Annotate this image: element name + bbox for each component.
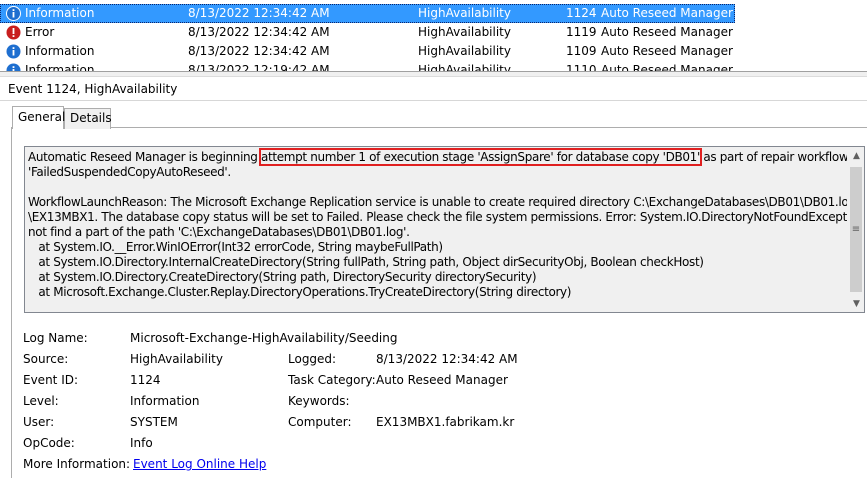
user-label: User: <box>23 415 55 429</box>
event-level: Error <box>25 25 55 39</box>
scroll-down-icon[interactable]: ▼ <box>848 295 864 312</box>
event-id: 1119 <box>566 25 597 39</box>
event-list: Information 8/13/2022 12:34:42 AM HighAv… <box>0 0 867 72</box>
source-value: HighAvailability <box>130 352 223 366</box>
event-description-box[interactable]: Automatic Reseed Manager is beginning at… <box>24 146 865 313</box>
event-id-label: Event ID: <box>23 373 79 387</box>
event-description-text: Automatic Reseed Manager is beginning at… <box>28 148 864 300</box>
desc-line: WorkflowLaunchReason: The Microsoft Exch… <box>28 195 865 209</box>
level-value: Information <box>130 394 200 408</box>
desc-line1-before: Automatic Reseed Manager is beginning <box>28 150 262 164</box>
event-date: 8/13/2022 12:34:42 AM <box>188 6 330 20</box>
keywords-label: Keywords: <box>288 394 350 408</box>
event-date: 8/13/2022 12:34:42 AM <box>188 25 330 39</box>
desc-line: at System.IO.__Error.WinIOError(Int32 er… <box>28 240 443 254</box>
opcode-value: Info <box>130 436 153 450</box>
tab-general[interactable]: General <box>12 106 65 129</box>
more-info-label: More Information: <box>23 457 131 471</box>
scroll-up-icon[interactable]: ▲ <box>848 147 864 164</box>
desc-line1-after: as part of repair workflow <box>699 150 849 164</box>
event-level: Information <box>25 44 95 58</box>
error-icon <box>6 25 21 40</box>
event-log-online-help-link[interactable]: Event Log Online Help <box>133 457 266 472</box>
logged-label: Logged: <box>288 352 337 366</box>
event-id: 1124 <box>566 6 597 20</box>
logged-value: 8/13/2022 12:34:42 AM <box>376 352 518 366</box>
event-detail-title: Event 1124, HighAvailability <box>8 82 178 96</box>
event-source: HighAvailability <box>418 44 511 58</box>
event-date: 8/13/2022 12:34:42 AM <box>188 44 330 58</box>
source-label: Source: <box>23 352 69 366</box>
desc-line: at System.IO.Directory.CreateDirectory(S… <box>28 270 537 284</box>
task-category-value: Auto Reseed Manager <box>376 373 508 387</box>
event-source: HighAvailability <box>418 25 511 39</box>
tab-details[interactable]: Details <box>64 108 112 129</box>
event-row[interactable]: Information 8/13/2022 12:34:42 AM HighAv… <box>0 42 867 61</box>
info-icon <box>6 44 21 59</box>
desc-line: not find a part of the path 'C:\Exchange… <box>28 225 410 239</box>
event-detail-header: Event 1124, HighAvailability <box>0 77 867 101</box>
scroll-thumb[interactable]: ≡ <box>850 167 862 292</box>
event-level: Information <box>25 6 95 20</box>
log-name-label: Log Name: <box>23 331 88 345</box>
level-label: Level: <box>23 394 59 408</box>
desc-line: \EX13MBX1. The database copy status will… <box>28 210 865 224</box>
event-category: Auto Reseed Manager <box>601 44 733 58</box>
event-category: Auto Reseed Manager <box>601 25 733 39</box>
info-icon <box>6 6 21 21</box>
desc-line: at Microsoft.Exchange.Cluster.Replay.Dir… <box>28 285 572 299</box>
computer-value: EX13MBX1.fabrikam.kr <box>376 415 515 429</box>
event-id: 1109 <box>566 44 597 58</box>
event-row[interactable]: Error 8/13/2022 12:34:42 AM HighAvailabi… <box>0 23 867 42</box>
event-id-value: 1124 <box>130 373 161 387</box>
desc-highlighted-text: attempt number 1 of execution stage 'Ass… <box>259 148 702 166</box>
user-value: SYSTEM <box>130 415 178 429</box>
description-scrollbar[interactable]: ▲ ≡ ▼ <box>847 147 864 312</box>
event-source: HighAvailability <box>418 6 511 20</box>
event-category: Auto Reseed Manager <box>601 6 733 20</box>
event-row-selected[interactable]: Information 8/13/2022 12:34:42 AM HighAv… <box>0 4 867 23</box>
opcode-label: OpCode: <box>23 436 75 450</box>
log-name-value: Microsoft-Exchange-HighAvailability/Seed… <box>130 331 398 345</box>
desc-line: at System.IO.Directory.InternalCreateDir… <box>28 255 704 269</box>
task-category-label: Task Category: <box>288 373 376 387</box>
desc-line: 'FailedSuspendedCopyAutoReseed'. <box>28 165 231 179</box>
computer-label: Computer: <box>288 415 352 429</box>
